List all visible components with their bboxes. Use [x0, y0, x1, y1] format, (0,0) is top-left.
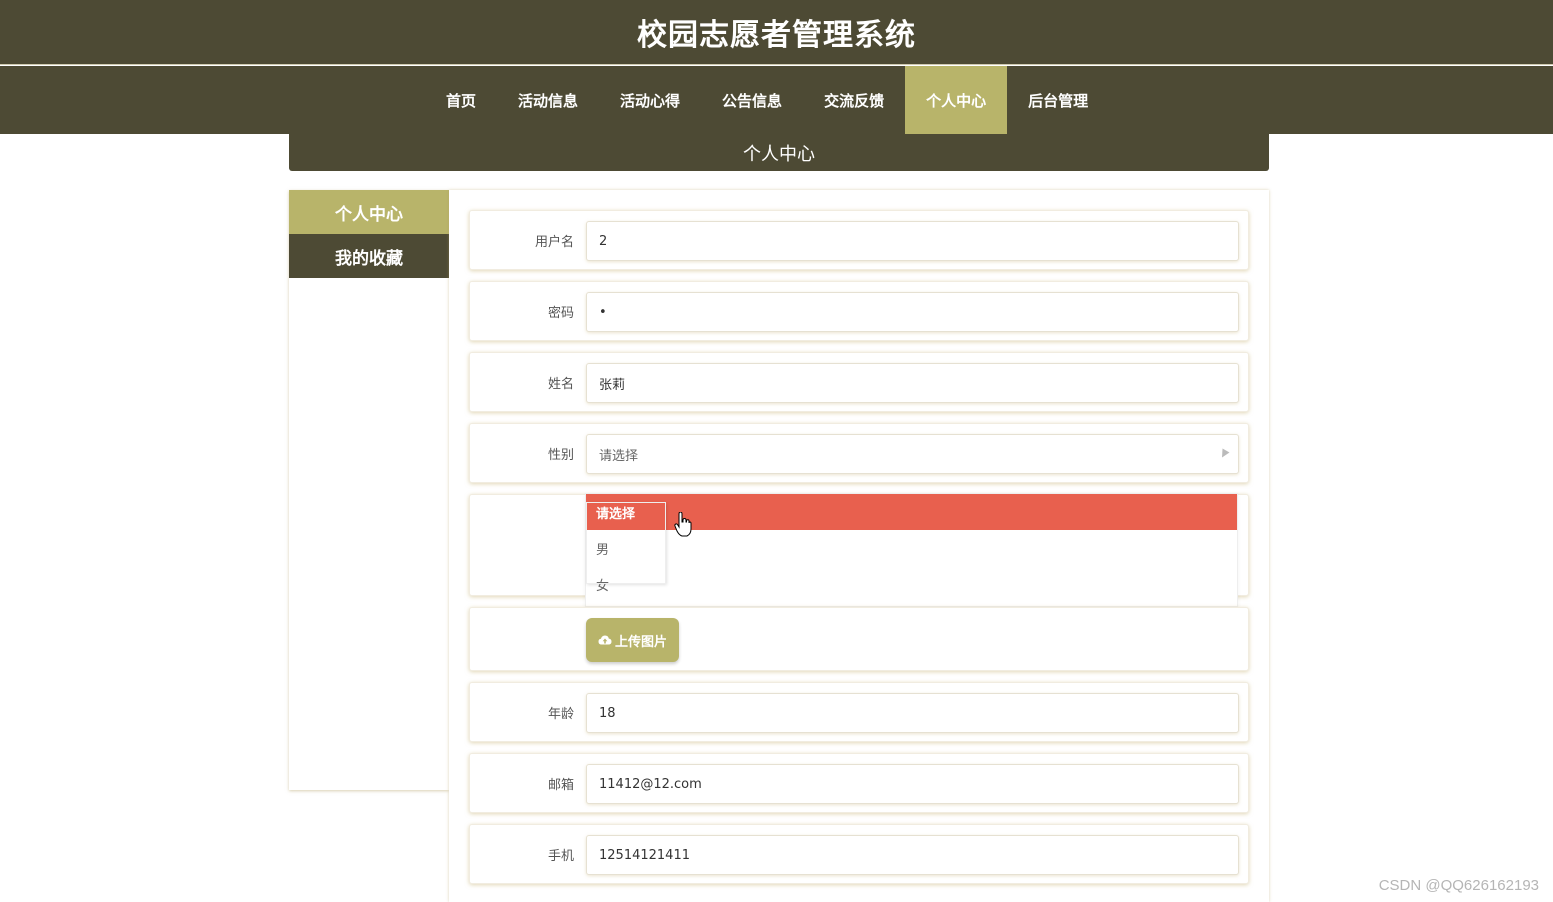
nav-item-feedback[interactable]: 交流反馈	[803, 66, 905, 134]
nav-item-activity-experience[interactable]: 活动心得	[599, 66, 701, 134]
watermark: CSDN @QQ626162193	[1378, 877, 1539, 894]
phone-input[interactable]: 12514121411	[586, 835, 1239, 875]
nav-item-announcements[interactable]: 公告信息	[701, 66, 803, 134]
chevron-down-icon	[1218, 448, 1230, 460]
nav-item-admin[interactable]: 后台管理	[1007, 66, 1109, 134]
cloud-upload-icon	[598, 635, 612, 645]
section-title: 个人中心	[289, 134, 1269, 171]
hand-cursor-icon	[674, 512, 692, 537]
form-row-upload: 上传图片	[469, 607, 1249, 671]
nav-item-activity-info[interactable]: 活动信息	[497, 66, 599, 134]
upload-image-label: 上传图片	[614, 634, 667, 650]
nav-item-personal-center[interactable]: 个人中心	[905, 66, 1008, 134]
sidebar-item-my-favorites[interactable]: 我的收藏	[289, 234, 449, 278]
form-row-phone: 手机 12514121411	[469, 824, 1249, 884]
username-input[interactable]: 2	[586, 221, 1239, 261]
site-title: 校园志愿者管理系统	[637, 18, 916, 53]
gender-label: 性别	[547, 447, 574, 463]
main-nav: 首页 活动信息 活动心得 公告信息 交流反馈 个人中心 后台管理	[0, 66, 1553, 134]
form-row-email: 邮箱 11412@12.com	[469, 753, 1249, 813]
form-row-password: 密码 •	[469, 281, 1249, 341]
nav-item-home[interactable]: 首页	[425, 66, 497, 134]
upload-image-button[interactable]: 上传图片	[586, 618, 679, 662]
form-row-username: 用户名 2	[469, 210, 1249, 270]
age-input[interactable]: 18	[586, 693, 1239, 733]
password-input[interactable]: •	[586, 292, 1239, 332]
gender-option-female[interactable]: 女	[586, 566, 1237, 602]
email-input[interactable]: 11412@12.com	[586, 764, 1239, 804]
age-label: 年龄	[547, 706, 574, 722]
nav-list: 首页 活动信息 活动心得 公告信息 交流反馈 个人中心 后台管理	[425, 66, 1109, 134]
sidebar: 个人中心 我的收藏	[289, 190, 449, 790]
name-input[interactable]: 张莉	[586, 363, 1239, 403]
top-header: 校园志愿者管理系统	[0, 0, 1553, 65]
gender-select-value: 请选择	[599, 448, 639, 464]
form-row-name: 姓名 张莉	[469, 352, 1249, 412]
form-row-age: 年龄 18	[469, 682, 1249, 742]
name-label: 姓名	[547, 376, 574, 392]
email-label: 邮箱	[547, 777, 574, 793]
form-row-gender: 性别 请选择	[469, 423, 1249, 483]
phone-label: 手机	[547, 848, 574, 864]
username-label: 用户名	[534, 234, 574, 250]
gender-dropdown: 请选择 男 女	[585, 493, 1238, 607]
sidebar-item-personal-center[interactable]: 个人中心	[289, 190, 449, 234]
gender-select[interactable]: 请选择	[586, 434, 1239, 474]
password-label: 密码	[547, 305, 574, 321]
